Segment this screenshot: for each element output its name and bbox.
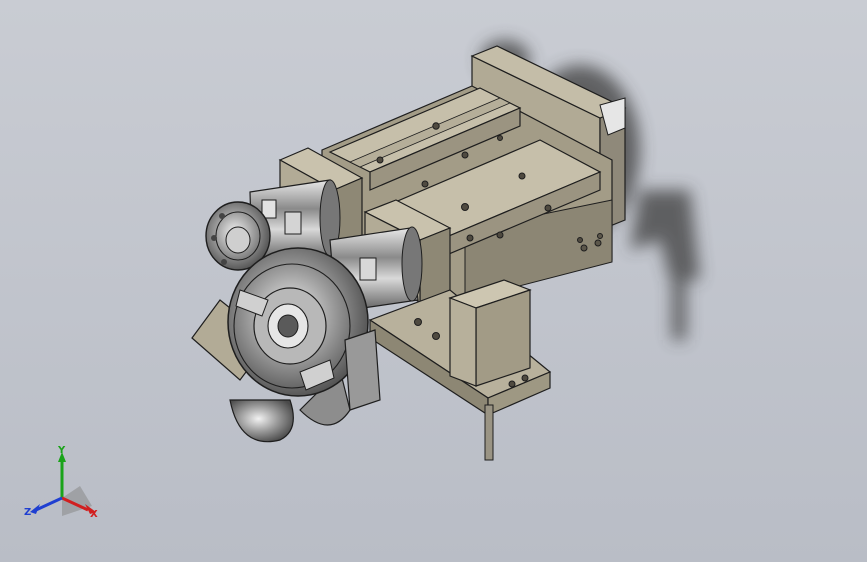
y-axis-label: Y [57, 446, 66, 456]
z-axis-label: Z [24, 507, 31, 518]
valve-block[interactable] [448, 279, 532, 387]
z-axis-line [35, 496, 63, 512]
front-gripper-housing[interactable] [191, 247, 369, 443]
support-pin[interactable] [484, 404, 494, 461]
graphics-viewport[interactable]: Y X Z [0, 0, 867, 562]
x-axis-label: X [90, 509, 98, 520]
model-scene[interactable] [0, 0, 867, 562]
front-cylinder-body[interactable] [344, 329, 381, 411]
axis-triad: Y X Z [24, 446, 98, 520]
